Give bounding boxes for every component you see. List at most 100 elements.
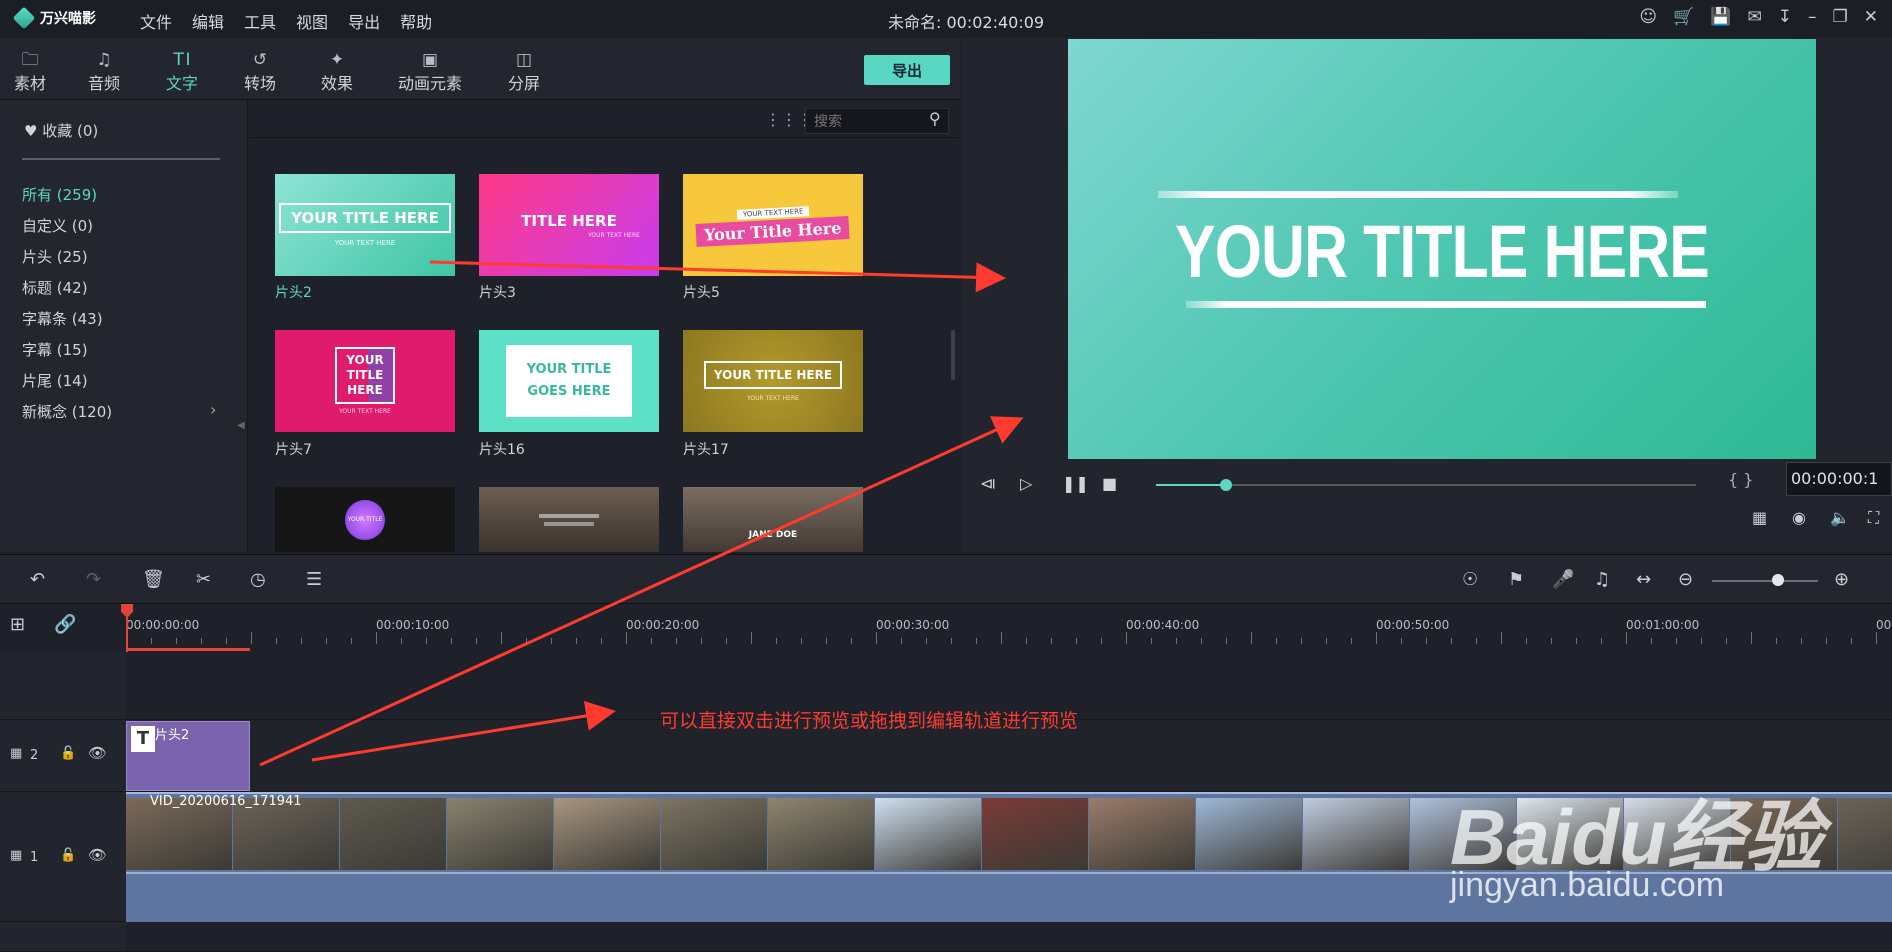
zoom-slider[interactable] bbox=[1712, 580, 1818, 582]
eye-icon[interactable]: 👁 bbox=[88, 744, 107, 762]
fullscreen-icon[interactable]: ⛶ bbox=[1868, 508, 1879, 528]
empty-track-header bbox=[0, 652, 126, 720]
category-credits[interactable]: 片尾 (14) bbox=[22, 370, 88, 391]
template-thumbnail[interactable] bbox=[479, 487, 659, 552]
title-bar: 万兴喵影 文件 编辑 工具 视图 导出 帮助 未命名: 00:02:40:09 … bbox=[0, 0, 1892, 38]
chevron-right-icon[interactable]: › bbox=[210, 400, 216, 419]
ruler-tick bbox=[1301, 638, 1302, 644]
speed-icon[interactable]: ◷ bbox=[250, 569, 266, 590]
marker-icon[interactable]: ⚑ bbox=[1508, 569, 1524, 590]
export-button[interactable]: 导出 bbox=[864, 55, 950, 85]
timeline-ruler[interactable]: ⊞ 🔗 00:00:00:00 00:00:10:00 00:00:20:00 00:… bbox=[0, 604, 1892, 652]
cut-icon[interactable]: ✂ bbox=[196, 569, 211, 590]
template-thumbnail[interactable]: JANE DOE bbox=[683, 487, 863, 552]
render-preview-icon[interactable]: ☉ bbox=[1462, 569, 1478, 590]
favorites[interactable]: ♥ 收藏 (0) bbox=[24, 120, 98, 141]
preview-screen[interactable]: YOUR TITLE HERE bbox=[1068, 39, 1816, 459]
template-thumbnail[interactable]: YOUR TITLE GOES HERE bbox=[479, 330, 659, 432]
zoom-out-icon[interactable]: ⊖ bbox=[1678, 569, 1693, 590]
category-custom[interactable]: 自定义 (0) bbox=[22, 215, 93, 236]
menu-help[interactable]: 帮助 bbox=[400, 9, 432, 33]
template-thumbnail[interactable]: YOUR TITLE HERE YOUR TEXT HERE bbox=[275, 174, 455, 276]
grid-scrollbar[interactable] bbox=[951, 330, 955, 380]
fit-timeline-icon[interactable]: ↔ bbox=[1636, 569, 1651, 590]
search-input[interactable] bbox=[805, 108, 949, 134]
undo-icon[interactable]: ↶ bbox=[30, 569, 45, 590]
video-frame bbox=[554, 798, 660, 870]
track-number: 2 bbox=[30, 748, 39, 763]
template-thumbnail[interactable]: YOUR TITLE HERE YOUR TEXT HERE bbox=[275, 330, 455, 432]
template-thumbnail[interactable]: YOUR TEXT HERE Your Title Here bbox=[683, 174, 863, 276]
audio-mixer-icon[interactable]: ♫ bbox=[1594, 569, 1610, 590]
search-icon[interactable]: ⚲ bbox=[929, 109, 941, 128]
maximize-icon[interactable]: ❐ bbox=[1833, 7, 1848, 27]
category-titles[interactable]: 标题 (42) bbox=[22, 277, 88, 298]
progress-handle[interactable] bbox=[1220, 479, 1233, 491]
play-icon[interactable]: ▷ bbox=[1020, 474, 1032, 493]
minimize-icon[interactable]: – bbox=[1808, 7, 1817, 27]
mail-icon[interactable]: ✉ bbox=[1748, 7, 1762, 27]
ruler-tick bbox=[1326, 638, 1327, 644]
stop-icon[interactable]: ■ bbox=[1102, 474, 1117, 493]
tab-effects[interactable]: ✦ 效果 bbox=[307, 50, 367, 94]
template-thumbnail[interactable]: TITLE HERE YOUR TEXT HERE bbox=[479, 174, 659, 276]
redo-icon[interactable]: ↷ bbox=[86, 569, 101, 590]
favorites-label: 收藏 (0) bbox=[42, 122, 99, 140]
collapse-panel-icon[interactable]: ◀ bbox=[237, 420, 245, 431]
download-icon[interactable]: ↧ bbox=[1778, 7, 1792, 27]
pause-icon[interactable]: ❚❚ bbox=[1062, 474, 1089, 493]
ruler-tick bbox=[1101, 638, 1102, 644]
category-all[interactable]: 所有 (259) bbox=[22, 184, 97, 205]
category-subtitles[interactable]: 字幕 (15) bbox=[22, 339, 88, 360]
menu-export[interactable]: 导出 bbox=[348, 9, 380, 33]
menu-edit[interactable]: 编辑 bbox=[192, 9, 224, 33]
tab-elements[interactable]: ▣ 动画元素 bbox=[390, 50, 470, 94]
prev-frame-icon[interactable]: ⧏ bbox=[980, 474, 996, 493]
zoom-handle[interactable] bbox=[1772, 574, 1784, 586]
ruler-tick bbox=[1601, 638, 1602, 644]
video-frame bbox=[1303, 798, 1409, 870]
lock-icon[interactable]: 🔓 bbox=[60, 848, 76, 863]
delete-icon[interactable]: 🗑 bbox=[142, 569, 165, 590]
tab-split-screen[interactable]: ◫ 分屏 bbox=[494, 50, 554, 94]
display-settings-icon[interactable]: ▦ bbox=[1752, 508, 1767, 527]
category-opening[interactable]: 片头 (25) bbox=[22, 246, 88, 267]
snapshot-icon[interactable]: ◉ bbox=[1792, 508, 1806, 527]
adjust-icon[interactable]: ☰ bbox=[306, 569, 322, 590]
ruler-tick bbox=[1051, 638, 1052, 644]
cart-icon[interactable]: 🛒 bbox=[1673, 7, 1694, 27]
link-icon[interactable]: 🔗 bbox=[54, 614, 76, 635]
template-thumbnail[interactable]: YOUR TITLE HERE bbox=[275, 487, 455, 552]
thumb-title: Your Title Here bbox=[695, 215, 851, 247]
tab-text[interactable]: T I 文字 bbox=[152, 50, 212, 104]
volume-icon[interactable]: 🔈 bbox=[1830, 508, 1850, 527]
zoom-in-icon[interactable]: ⊕ bbox=[1834, 569, 1849, 590]
tab-audio[interactable]: ♫ 音频 bbox=[74, 50, 134, 94]
mark-in-out[interactable]: { } bbox=[1728, 470, 1753, 489]
tab-transitions[interactable]: ↺ 转场 bbox=[230, 50, 290, 94]
category-new-concept[interactable]: 新概念 (120) bbox=[22, 401, 112, 422]
menu-file[interactable]: 文件 bbox=[140, 9, 172, 33]
user-icon[interactable]: ☺ bbox=[1639, 7, 1657, 27]
ruler-tick bbox=[1701, 638, 1702, 644]
video-frame bbox=[768, 798, 874, 870]
add-track-icon[interactable]: ⊞ bbox=[10, 614, 25, 635]
ruler-tick bbox=[376, 632, 377, 644]
eye-icon[interactable]: 👁 bbox=[88, 846, 107, 864]
menu-tools[interactable]: 工具 bbox=[244, 9, 276, 33]
progress-bar[interactable] bbox=[1156, 479, 1696, 491]
category-lower-thirds[interactable]: 字幕条 (43) bbox=[22, 308, 103, 329]
ruler-tick bbox=[1451, 638, 1452, 644]
microphone-icon[interactable]: 🎤 bbox=[1552, 569, 1574, 590]
ruler-tick bbox=[726, 638, 727, 644]
tab-media[interactable]: 🗀 素材 bbox=[0, 50, 60, 94]
close-icon[interactable]: ✕ bbox=[1864, 7, 1878, 27]
menu-view[interactable]: 视图 bbox=[296, 9, 328, 33]
lock-icon[interactable]: 🔓 bbox=[60, 746, 76, 761]
save-icon[interactable]: 💾 bbox=[1710, 7, 1731, 27]
title-clip[interactable]: T 片头2 bbox=[126, 721, 250, 791]
thumb-title: YOUR TITLE HERE bbox=[335, 347, 395, 404]
template-thumbnail[interactable]: YOUR TITLE HERE YOUR TEXT HERE bbox=[683, 330, 863, 432]
thumb-sub: YOUR TEXT HERE bbox=[339, 408, 391, 415]
film-icon: ▦ bbox=[10, 746, 23, 761]
